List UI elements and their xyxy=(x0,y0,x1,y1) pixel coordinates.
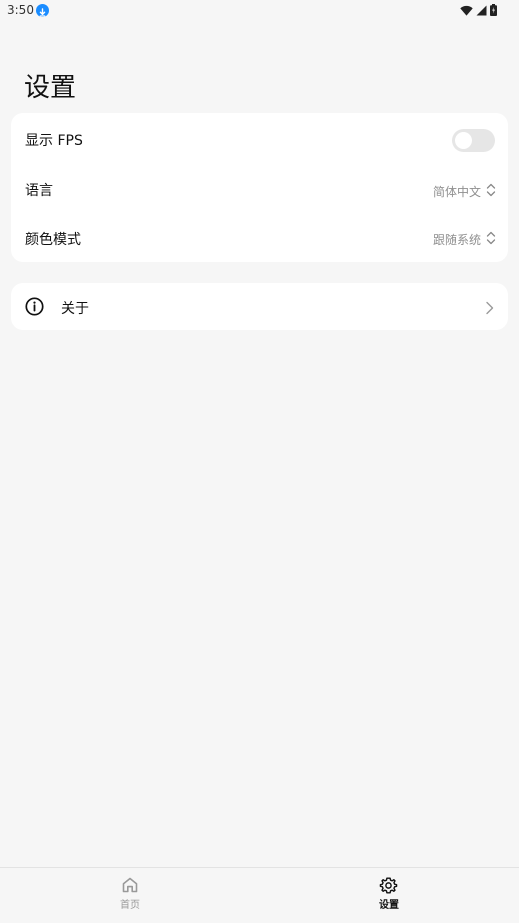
color-mode-row: 颜色模式 跟随系统 xyxy=(11,213,508,262)
nav-item-settings[interactable]: 设置 xyxy=(359,876,419,918)
language-label: 语言 xyxy=(25,183,53,199)
language-value: 简体中文 xyxy=(432,185,481,199)
cell-signal-icon xyxy=(476,1,487,20)
status-bar: 3:50 xyxy=(0,0,519,24)
nav-item-home[interactable]: 首页 xyxy=(100,876,160,918)
settings-card: 显示 FPS 语言 简体中文 颜色模式 跟随系统 xyxy=(11,113,508,262)
about-label: 关于 xyxy=(61,301,89,317)
fps-row: 显示 FPS xyxy=(11,114,508,163)
nav-label-settings: 设置 xyxy=(379,900,399,911)
chevron-right-icon xyxy=(485,300,494,319)
language-row: 语言 简体中文 xyxy=(11,164,508,213)
battery-icon xyxy=(490,1,497,20)
status-icons xyxy=(460,3,497,16)
about-item[interactable]: 关于 xyxy=(11,283,508,330)
wifi-icon xyxy=(460,1,473,20)
language-select[interactable]: 简体中文 xyxy=(433,182,496,201)
status-time: 3:50 xyxy=(7,3,34,17)
color-mode-label: 颜色模式 xyxy=(25,232,81,248)
fps-label: 显示 FPS xyxy=(25,133,83,149)
chevron-up-down-icon xyxy=(486,230,496,249)
bottom-nav: 首页 设置 xyxy=(0,867,519,923)
screen: 3:50 设置 显示 FPS 语言 简体中文 颜色模式 跟随系统 关于 首页 设… xyxy=(0,0,519,923)
page-title: 设置 xyxy=(24,73,77,103)
color-mode-select[interactable]: 跟随系统 xyxy=(433,230,496,249)
fps-toggle[interactable] xyxy=(452,129,495,152)
info-icon xyxy=(25,297,44,320)
chevron-up-down-icon xyxy=(486,182,496,201)
nav-label-home: 首页 xyxy=(120,900,140,911)
color-mode-value: 跟随系统 xyxy=(432,233,481,247)
download-icon xyxy=(36,4,49,17)
toggle-knob xyxy=(455,132,472,149)
